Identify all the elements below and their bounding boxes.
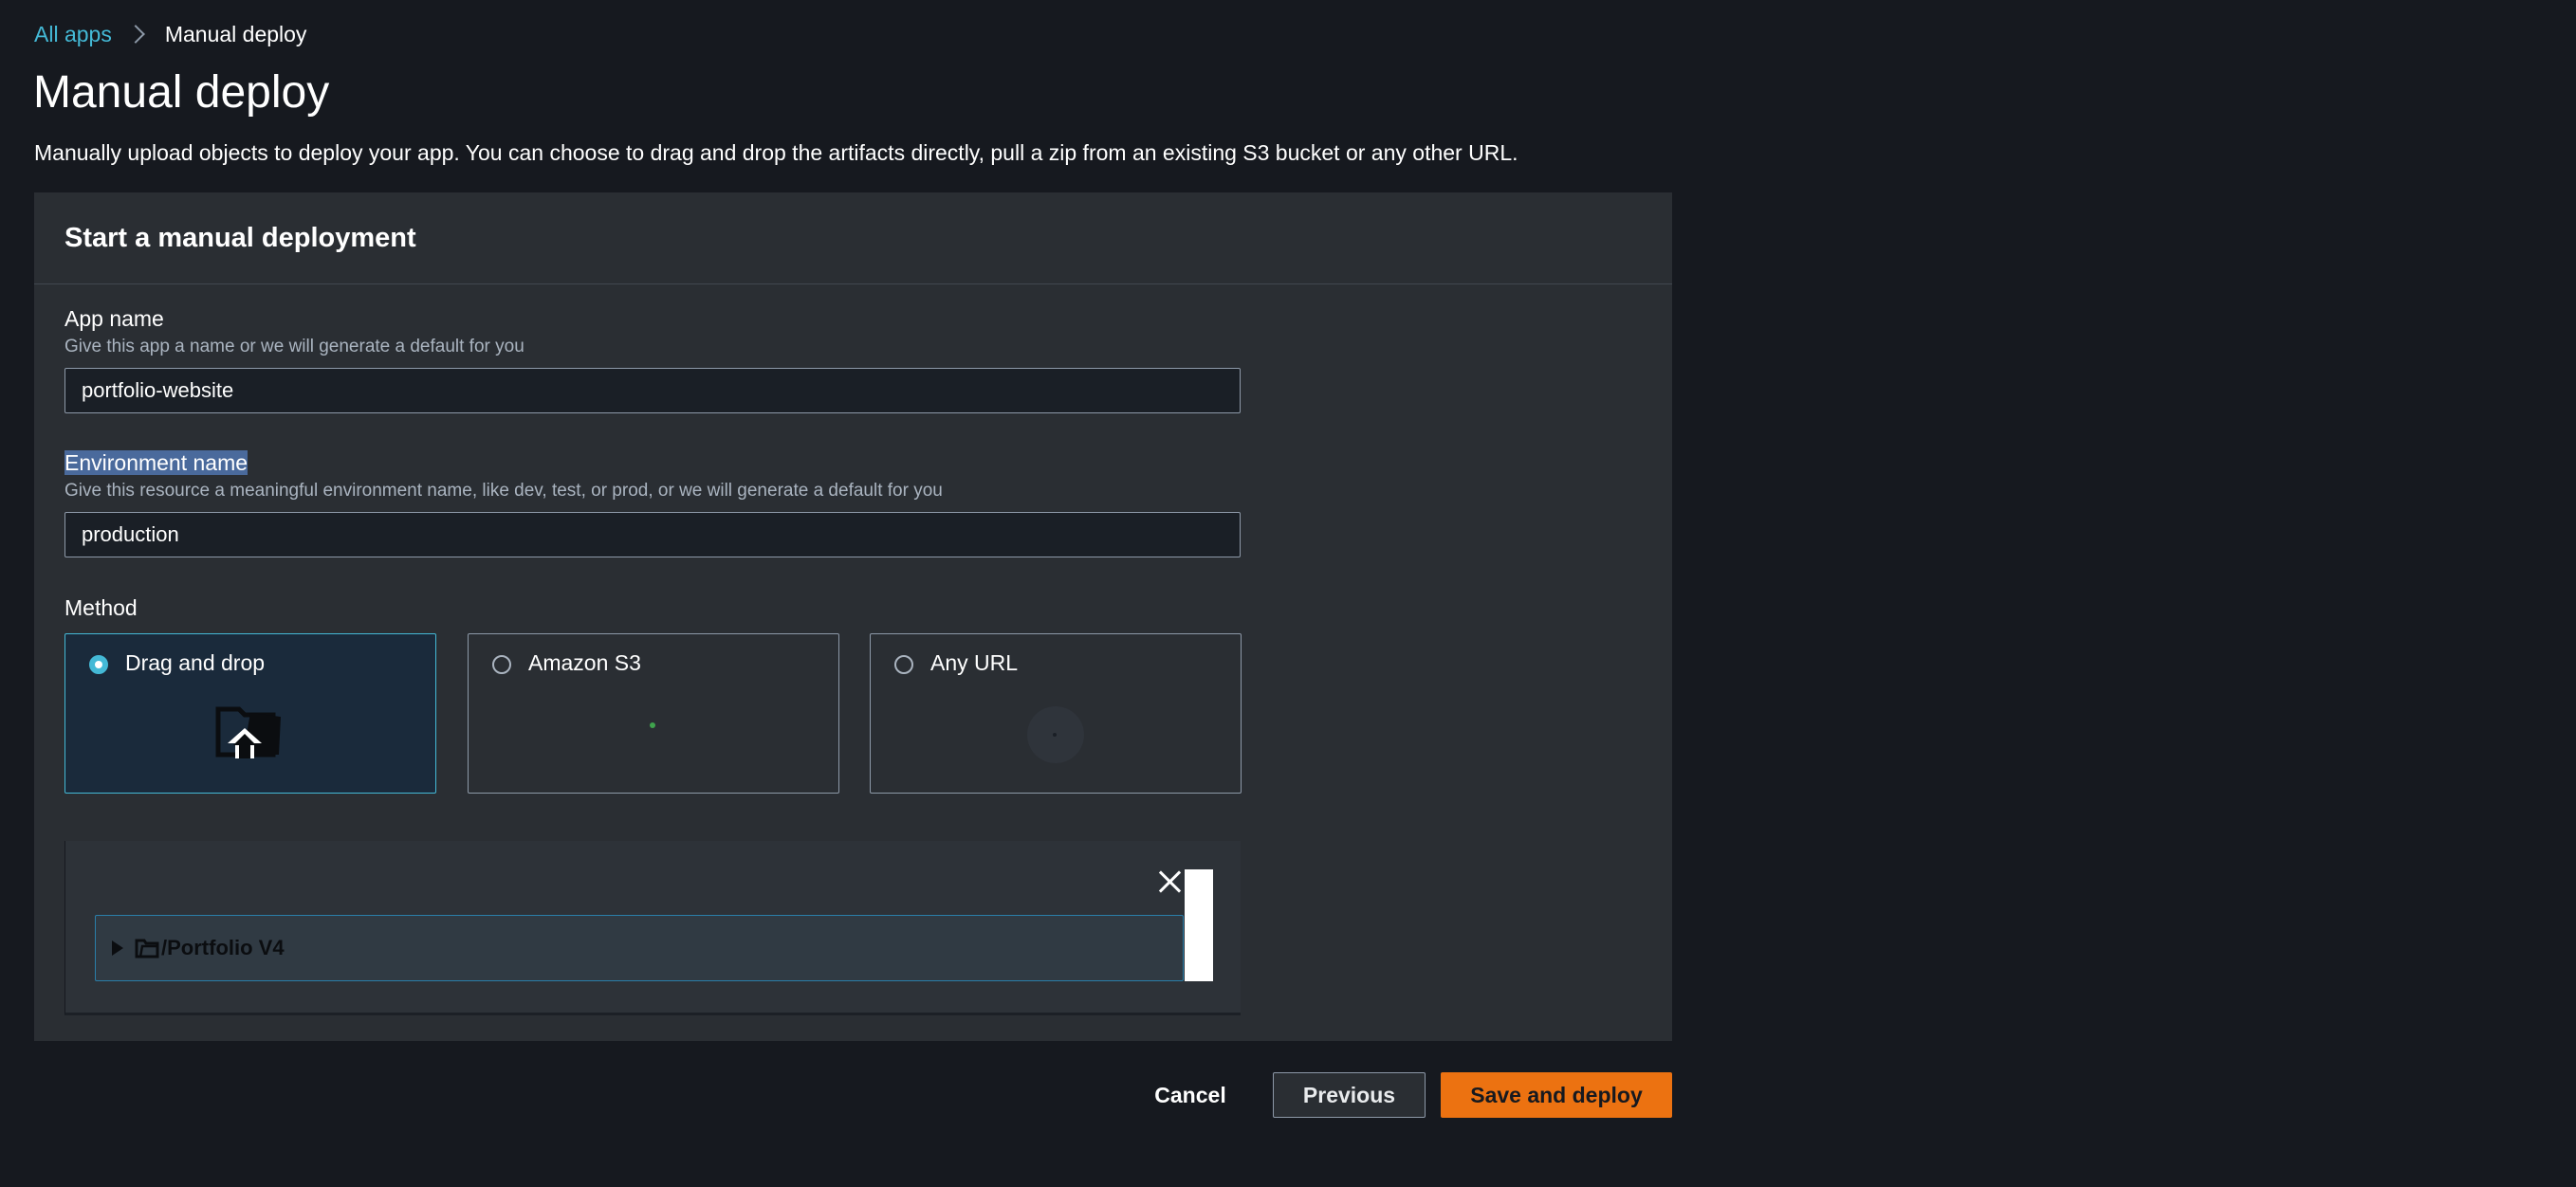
chevron-right-icon	[125, 25, 145, 44]
method-option-drag-and-drop[interactable]: Drag and drop	[64, 633, 436, 794]
app-name-label: App name	[64, 306, 164, 331]
upload-panel: /Portfolio V4	[64, 841, 1241, 1015]
uploaded-folder-row[interactable]: /Portfolio V4	[95, 915, 1184, 981]
close-icon[interactable]	[1158, 869, 1183, 894]
page-title: Manual deploy	[33, 67, 330, 118]
page-description: Manually upload objects to deploy your a…	[34, 140, 1518, 165]
radio-any-url[interactable]	[894, 655, 913, 674]
folder-upload-icon	[215, 706, 281, 758]
manual-deployment-container: Start a manual deployment App name Give …	[34, 192, 1672, 1041]
method-label: Method	[64, 595, 138, 620]
breadcrumb-all-apps-link[interactable]: All apps	[34, 22, 112, 47]
radio-amazon-s3[interactable]	[492, 655, 511, 674]
previous-button[interactable]: Previous	[1273, 1072, 1426, 1118]
app-name-description: Give this app a name or we will generate…	[64, 337, 524, 356]
environment-name-label: Environment name	[64, 450, 248, 476]
method-option-label: Amazon S3	[528, 650, 641, 675]
environment-name-label-text: Environment name	[64, 450, 248, 475]
folder-name: /Portfolio V4	[161, 936, 285, 959]
radio-drag-and-drop[interactable]	[89, 655, 108, 674]
url-icon-dot	[1053, 733, 1057, 737]
breadcrumb-current: Manual deploy	[164, 21, 307, 46]
save-and-deploy-button[interactable]: Save and deploy	[1441, 1072, 1672, 1118]
method-option-label: Drag and drop	[125, 650, 266, 675]
environment-name-input[interactable]	[64, 512, 1241, 557]
container-header: Start a manual deployment	[34, 192, 1672, 284]
caret-right-icon[interactable]	[112, 940, 123, 956]
folder-icon	[135, 939, 159, 959]
s3-icon	[650, 722, 655, 728]
breadcrumb: All apps Manual deploy	[34, 19, 306, 49]
environment-name-description: Give this resource a meaningful environm…	[64, 481, 943, 501]
method-option-amazon-s3[interactable]: Amazon S3	[468, 633, 839, 794]
scrollbar[interactable]	[1185, 869, 1213, 981]
method-option-any-url[interactable]: Any URL	[870, 633, 1242, 794]
method-option-label: Any URL	[930, 650, 1019, 675]
app-name-input[interactable]	[64, 368, 1241, 413]
cancel-button[interactable]: Cancel	[1143, 1072, 1238, 1118]
page: All apps Manual deploy Manual deploy Man…	[0, 0, 2576, 1187]
